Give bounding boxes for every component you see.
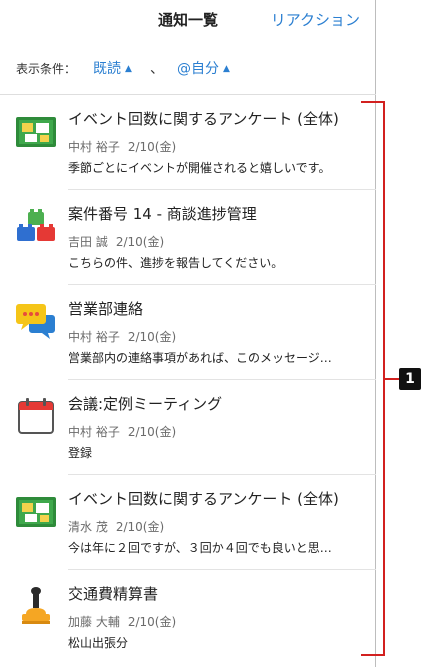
notification-title: イベント回数に関するアンケート (全体) xyxy=(68,490,339,508)
notification-meta: 加藤 大輔 2/10(金) xyxy=(68,613,176,630)
notification-message: 営業部内の連絡事項があれば、このメッセージ… xyxy=(68,351,332,365)
filter-label: 表示条件： xyxy=(16,62,77,76)
notification-message: 季節ごとにイベントが開催されると嬉しいです。 xyxy=(68,161,331,175)
author: 中村 裕子 xyxy=(68,330,120,344)
annotation-bracket-bottom xyxy=(361,654,385,656)
date: 2/10(金) xyxy=(127,425,177,439)
notification-title: 案件番号 14 - 商談進捗管理 xyxy=(68,205,257,223)
notification-message: 松山出張分 xyxy=(68,636,129,650)
notification-title: 会議:定例ミーティング xyxy=(68,395,223,413)
chat-bubbles-icon xyxy=(16,304,55,339)
notification-item[interactable]: 会議:定例ミーティング 中村 裕子 2/10(金) 登録 xyxy=(0,380,376,475)
date: 2/10(金) xyxy=(115,520,165,534)
notification-meta: 中村 裕子 2/10(金) xyxy=(68,423,176,440)
date: 2/10(金) xyxy=(127,140,177,154)
target-filter[interactable]: @自分 ▲︎ xyxy=(177,58,230,78)
author: 中村 裕子 xyxy=(68,425,120,439)
target-value: @自分 xyxy=(177,61,219,77)
notification-title: イベント回数に関するアンケート (全体) xyxy=(68,110,339,128)
annotation-bracket-tick xyxy=(385,378,399,380)
stamp-icon xyxy=(22,587,50,624)
bulletin-board-icon xyxy=(16,117,56,147)
chevron-updown-icon: ▲︎ xyxy=(223,64,230,74)
bulletin-board-icon xyxy=(16,497,56,527)
notification-item[interactable]: イベント回数に関するアンケート (全体) 中村 裕子 2/10(金) 季節ごとにイ… xyxy=(0,95,376,190)
blocks-icon xyxy=(17,209,55,241)
notification-meta: 中村 裕子 2/10(金) xyxy=(68,328,176,345)
calendar-icon xyxy=(18,398,54,434)
read-status-filter[interactable]: 既読 ▲︎ xyxy=(93,58,132,78)
notification-meta: 清水 茂 2/10(金) xyxy=(68,518,164,535)
reaction-link[interactable]: リアクション xyxy=(271,9,360,30)
filter-bar: 表示条件： 既読 ▲︎ 、 @自分 ▲︎ xyxy=(0,50,376,84)
notification-item[interactable]: 交通費精算書 加藤 大輔 2/10(金) 松山出張分 xyxy=(0,570,376,665)
phone-screen: 通知一覧 リアクション 表示条件： 既読 ▲︎ 、 @自分 ▲︎ イベント回数に関す… xyxy=(0,0,376,667)
read-status-value: 既読 xyxy=(93,61,121,77)
notification-meta: 吉田 誠 2/10(金) xyxy=(68,233,164,250)
annotation-bracket-top xyxy=(361,101,385,103)
date: 2/10(金) xyxy=(115,235,165,249)
notification-meta: 中村 裕子 2/10(金) xyxy=(68,138,176,155)
author: 加藤 大輔 xyxy=(68,615,120,629)
annotation-badge: 1 xyxy=(399,368,421,390)
notification-item[interactable]: イベント回数に関するアンケート (全体) 清水 茂 2/10(金) 今は年に２回で… xyxy=(0,475,376,570)
date: 2/10(金) xyxy=(127,330,177,344)
header: 通知一覧 リアクション xyxy=(0,0,376,38)
filter-separator: 、 xyxy=(150,61,164,77)
author: 清水 茂 xyxy=(68,520,108,534)
notification-title: 営業部連絡 xyxy=(68,300,144,318)
author: 吉田 誠 xyxy=(68,235,108,249)
notification-item[interactable]: 案件番号 14 - 商談進捗管理 吉田 誠 2/10(金) こちらの件、進捗を報告… xyxy=(0,190,376,285)
notification-title: 交通費精算書 xyxy=(68,585,159,603)
notification-message: 登録 xyxy=(68,446,93,460)
date: 2/10(金) xyxy=(127,615,177,629)
author: 中村 裕子 xyxy=(68,140,120,154)
notification-item[interactable]: 営業部連絡 中村 裕子 2/10(金) 営業部内の連絡事項があれば、このメッセージ… xyxy=(0,285,376,380)
notification-message: 今は年に２回ですが、３回か４回でも良いと思… xyxy=(68,541,332,555)
chevron-updown-icon: ▲︎ xyxy=(125,64,132,74)
notification-message: こちらの件、進捗を報告してください。 xyxy=(68,256,284,270)
